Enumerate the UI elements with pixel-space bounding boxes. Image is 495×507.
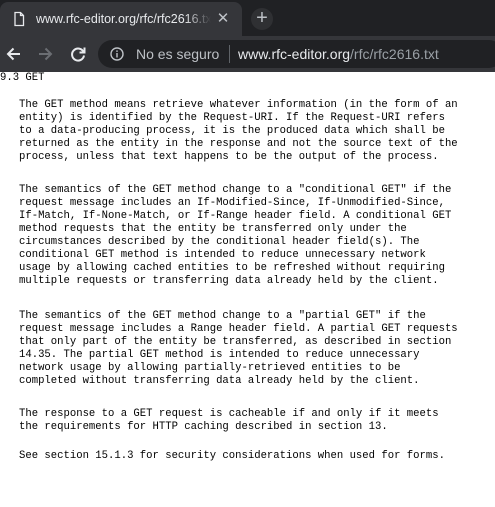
tab-strip: www.rfc-editor.org/rfc/rfc2616.txt ✕ + — [0, 0, 495, 36]
url-path: /rfc/rfc2616.txt — [350, 46, 439, 62]
paragraph-conditional-get: The semantics of the GET method change t… — [19, 184, 452, 287]
paragraph-partial-get: The semantics of the GET method change t… — [19, 310, 458, 387]
section-heading: 9.3 GET — [0, 72, 45, 84]
security-status-text[interactable]: No es seguro — [136, 46, 219, 62]
paragraph-security: See section 15.1.3 for security consider… — [19, 450, 445, 462]
paragraph-cacheable: The response to a GET request is cacheab… — [19, 408, 439, 433]
url-text[interactable]: www.rfc-editor.org/rfc/rfc2616.txt — [238, 46, 439, 62]
tab-rfc2616[interactable]: www.rfc-editor.org/rfc/rfc2616.txt ✕ — [0, 2, 242, 36]
back-arrow-icon[interactable] — [4, 44, 24, 64]
page-content: 9.3 GET The GET method means retrieve wh… — [0, 72, 495, 507]
info-icon[interactable] — [110, 47, 124, 61]
document-icon — [14, 11, 25, 27]
address-bar[interactable]: No es seguro www.rfc-editor.org/rfc/rfc2… — [98, 40, 495, 68]
tab-title: www.rfc-editor.org/rfc/rfc2616.txt — [36, 12, 211, 26]
tab-close-icon[interactable]: ✕ — [215, 11, 231, 27]
forward-arrow-icon[interactable] — [35, 44, 55, 64]
browser-toolbar: No es seguro www.rfc-editor.org/rfc/rfc2… — [0, 36, 495, 72]
reload-icon[interactable] — [68, 44, 88, 64]
new-tab-button[interactable]: + — [251, 8, 273, 30]
address-separator — [229, 45, 230, 63]
paragraph-get-definition: The GET method means retrieve whatever i… — [19, 99, 458, 163]
url-host: www.rfc-editor.org — [238, 46, 351, 62]
